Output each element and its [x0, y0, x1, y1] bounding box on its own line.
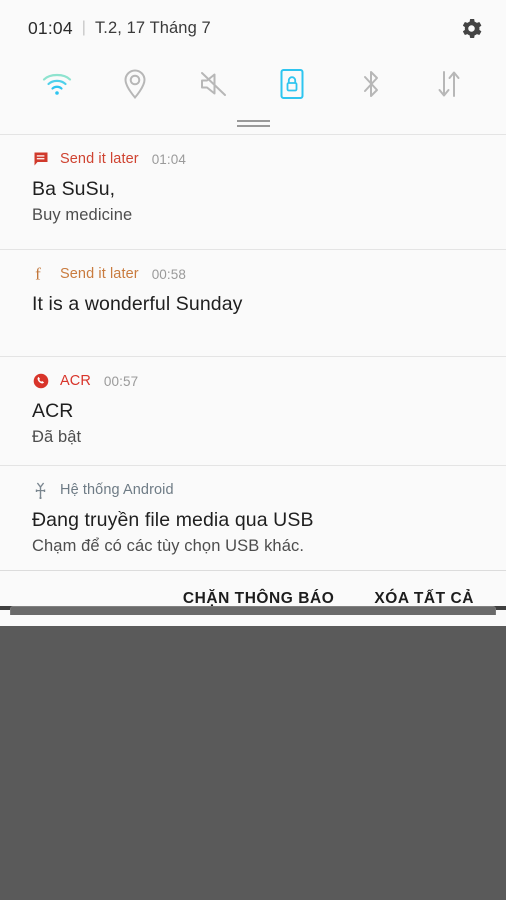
dimmed-home-screen[interactable]: VN MOBIFONE — [0, 606, 506, 900]
block-notifications-button[interactable]: CHẶN THÔNG BÁO — [183, 590, 335, 608]
notification-app-name: Send it later — [60, 266, 139, 282]
message-bubble-icon — [32, 151, 49, 168]
drag-handle-icon[interactable] — [236, 119, 270, 127]
location-pin-icon — [124, 69, 146, 100]
letter-f-icon: f — [32, 265, 49, 283]
notification-item[interactable]: ACR 00:57 ACR Đã bật — [0, 357, 506, 465]
phone-screen: VN MOBIFONE 01:04 | T.2, 17 Tháng 7 — [0, 0, 506, 900]
notification-title: Ba SuSu, — [32, 178, 116, 200]
usb-icon — [32, 482, 49, 499]
volume-mute-icon — [200, 72, 226, 96]
phone-record-icon — [32, 373, 49, 390]
status-clock: 01:04 — [28, 17, 73, 38]
notification-header: Send it later 01:04 — [32, 149, 488, 169]
notification-item[interactable]: Hệ thống Android Đang truyền file media … — [0, 466, 506, 570]
status-date: T.2, 17 Tháng 7 — [94, 18, 211, 37]
quick-settings-toggles — [0, 56, 506, 112]
notification-body: Đã bật — [32, 428, 82, 447]
notification-title: Đang truyền file media qua USB — [32, 509, 314, 531]
notification-body: Buy medicine — [32, 206, 133, 225]
notification-time: 00:57 — [103, 373, 139, 389]
sound-toggle[interactable] — [191, 61, 237, 107]
bluetooth-toggle[interactable] — [348, 61, 394, 107]
notification-action-bar: CHẶN THÔNG BÁO XÓA TẤT CẢ — [0, 571, 506, 626]
notification-time: 00:58 — [151, 266, 186, 282]
notification-title: It is a wonderful Sunday — [32, 293, 243, 315]
shade-handle-row[interactable] — [0, 112, 506, 134]
notification-shade: 01:04 | T.2, 17 Tháng 7 Send it later 01… — [0, 0, 506, 626]
status-separator: | — [81, 19, 86, 36]
status-bar: 01:04 | T.2, 17 Tháng 7 — [0, 0, 506, 56]
wifi-toggle[interactable] — [34, 61, 80, 107]
location-toggle[interactable] — [112, 61, 158, 107]
notification-app-name: Send it later — [60, 151, 139, 167]
data-transfer-icon — [438, 71, 460, 97]
notification-header: Hệ thống Android — [32, 480, 488, 500]
bluetooth-icon — [363, 71, 378, 97]
wifi-icon — [42, 73, 72, 95]
gear-icon[interactable] — [454, 11, 488, 45]
clear-all-button[interactable]: XÓA TẤT CẢ — [374, 590, 474, 608]
screen-lock-icon — [280, 69, 304, 99]
notification-time: 01:04 — [151, 151, 186, 167]
notification-item[interactable]: f Send it later 00:58 It is a wonderful … — [0, 250, 506, 356]
notification-title: ACR — [32, 400, 74, 422]
screen-lock-toggle[interactable] — [269, 61, 315, 107]
notification-app-name: ACR — [60, 373, 91, 389]
data-transfer-toggle[interactable] — [426, 61, 472, 107]
notification-item[interactable]: Send it later 01:04 Ba SuSu, Buy medicin… — [0, 135, 506, 249]
svg-text:f: f — [35, 265, 41, 283]
notification-body: Chạm để có các tùy chọn USB khác. — [32, 537, 305, 556]
notification-app-name: Hệ thống Android — [60, 482, 174, 498]
notification-header: ACR 00:57 — [32, 371, 488, 391]
notification-header: f Send it later 00:58 — [32, 264, 488, 284]
